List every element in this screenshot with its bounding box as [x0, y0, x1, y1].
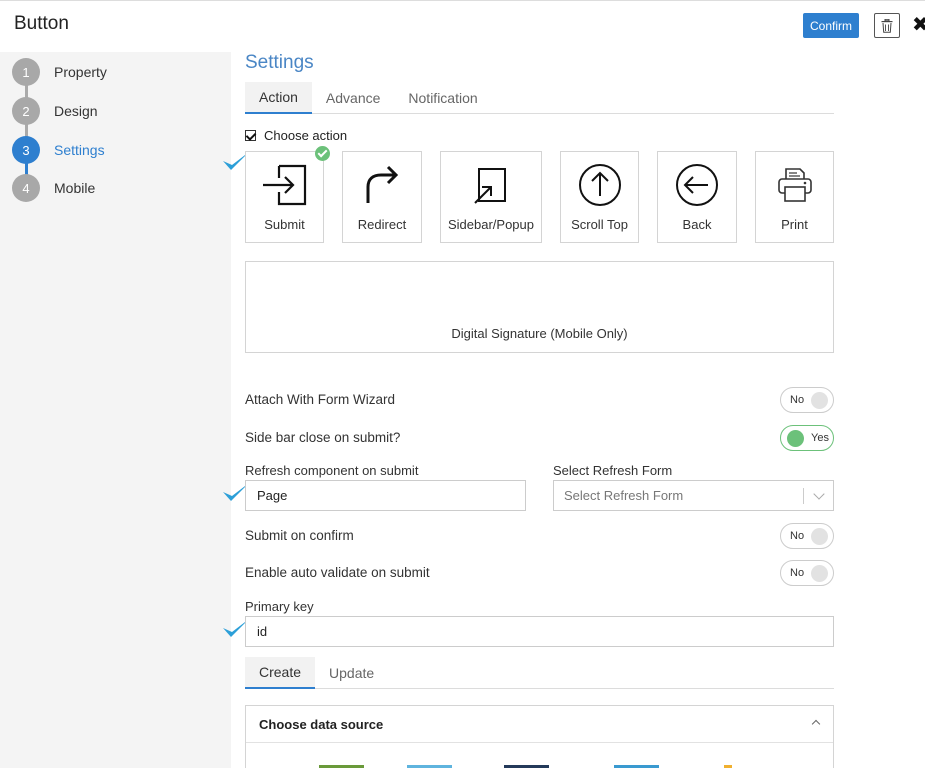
trash-icon: [881, 18, 893, 33]
sidebar-close-toggle[interactable]: Yes: [780, 425, 834, 451]
sidebar-close-label: Side bar close on submit?: [245, 430, 401, 445]
toggle-knob: [811, 565, 828, 582]
scroll-top-icon: [578, 164, 621, 206]
action-label: Sidebar/Popup: [447, 217, 534, 232]
action-label: Redirect: [357, 217, 407, 232]
refresh-component-label: Refresh component on submit: [245, 463, 419, 478]
section-title: Settings: [245, 52, 314, 73]
action-back[interactable]: Back: [657, 151, 737, 243]
confirm-button[interactable]: Confirm: [803, 13, 859, 38]
primary-key-input[interactable]: [245, 616, 834, 647]
sidebar-popup-icon: [474, 168, 506, 204]
toggle-knob: [787, 430, 804, 447]
refresh-form-label: Select Refresh Form: [553, 463, 673, 478]
action-redirect[interactable]: Redirect: [342, 151, 422, 243]
primary-key-label: Primary key: [245, 599, 314, 614]
close-icon[interactable]: ✖: [912, 14, 925, 36]
action-digital-signature[interactable]: Digital Signature (Mobile Only): [245, 261, 834, 353]
data-source-panel: Choose data source: [245, 705, 834, 768]
tab-create[interactable]: Create: [245, 657, 316, 689]
step-design[interactable]: 2 Design: [12, 97, 98, 125]
action-scroll-top[interactable]: Scroll Top: [560, 151, 639, 243]
choose-action-label: Choose action: [264, 128, 348, 143]
choose-action-row[interactable]: Choose action: [245, 128, 347, 143]
step-number: 1: [12, 58, 40, 86]
action-label: Digital Signature (Mobile Only): [451, 326, 628, 341]
step-sidebar: 1 Property 2 Design 3 Settings 4 Mobile: [0, 52, 231, 768]
chevron-up-icon[interactable]: [811, 719, 821, 729]
toggle-knob: [811, 392, 828, 409]
chevron-down-icon[interactable]: [813, 488, 825, 500]
action-submit[interactable]: Submit: [245, 146, 330, 243]
choose-action-checkbox[interactable]: [245, 130, 256, 141]
toggle-text: No: [790, 567, 805, 579]
step-label: Design: [54, 103, 98, 119]
attach-wizard-toggle[interactable]: No: [780, 387, 834, 413]
submit-on-confirm-toggle[interactable]: No: [780, 523, 834, 549]
step-property[interactable]: 1 Property: [12, 58, 107, 86]
crud-tabs: Create Update: [245, 657, 834, 689]
action-sidebar-popup[interactable]: Sidebar/Popup: [440, 151, 542, 243]
attach-wizard-label: Attach With Form Wizard: [245, 392, 396, 407]
auto-validate-label: Enable auto validate on submit: [245, 565, 430, 580]
print-icon: [777, 168, 812, 202]
redirect-icon: [366, 165, 399, 203]
step-number: 4: [12, 174, 40, 202]
dialog-title: Button: [14, 13, 69, 34]
delete-button[interactable]: [874, 13, 900, 38]
step-label: Settings: [54, 142, 105, 158]
dialog-header: Button Confirm ✖: [0, 0, 925, 50]
refresh-component-input[interactable]: [245, 480, 526, 511]
action-label: Submit: [264, 217, 305, 232]
tab-advance[interactable]: Advance: [312, 82, 394, 114]
toggle-text: No: [790, 530, 805, 542]
step-mobile[interactable]: 4 Mobile: [12, 174, 95, 202]
auto-validate-toggle[interactable]: No: [780, 560, 834, 586]
selected-check-icon: [315, 146, 330, 161]
step-label: Mobile: [54, 180, 96, 196]
action-label: Print: [781, 217, 808, 232]
submit-on-confirm-label: Submit on confirm: [245, 528, 354, 543]
step-settings[interactable]: 3 Settings: [12, 136, 105, 164]
action-label: Scroll Top: [571, 217, 628, 232]
data-source-title: Choose data source: [259, 716, 384, 732]
settings-tabs: Action Advance Notification: [245, 82, 834, 114]
tab-action[interactable]: Action: [245, 82, 312, 114]
toggle-text: No: [790, 394, 805, 406]
toggle-knob: [811, 528, 828, 545]
toggle-text: Yes: [811, 432, 829, 444]
step-number: 3: [12, 136, 40, 164]
back-icon: [676, 164, 718, 206]
tab-notification[interactable]: Notification: [394, 82, 491, 114]
action-label: Back: [682, 217, 712, 232]
step-label: Property: [54, 64, 107, 80]
tab-update[interactable]: Update: [315, 657, 388, 689]
select-separator: [803, 488, 804, 504]
refresh-form-select[interactable]: Select Refresh Form: [553, 480, 834, 511]
step-number: 2: [12, 97, 40, 125]
action-print[interactable]: Print: [755, 151, 834, 243]
submit-icon: [262, 164, 306, 206]
select-placeholder: Select Refresh Form: [564, 488, 684, 503]
data-source-header[interactable]: Choose data source: [246, 706, 833, 743]
